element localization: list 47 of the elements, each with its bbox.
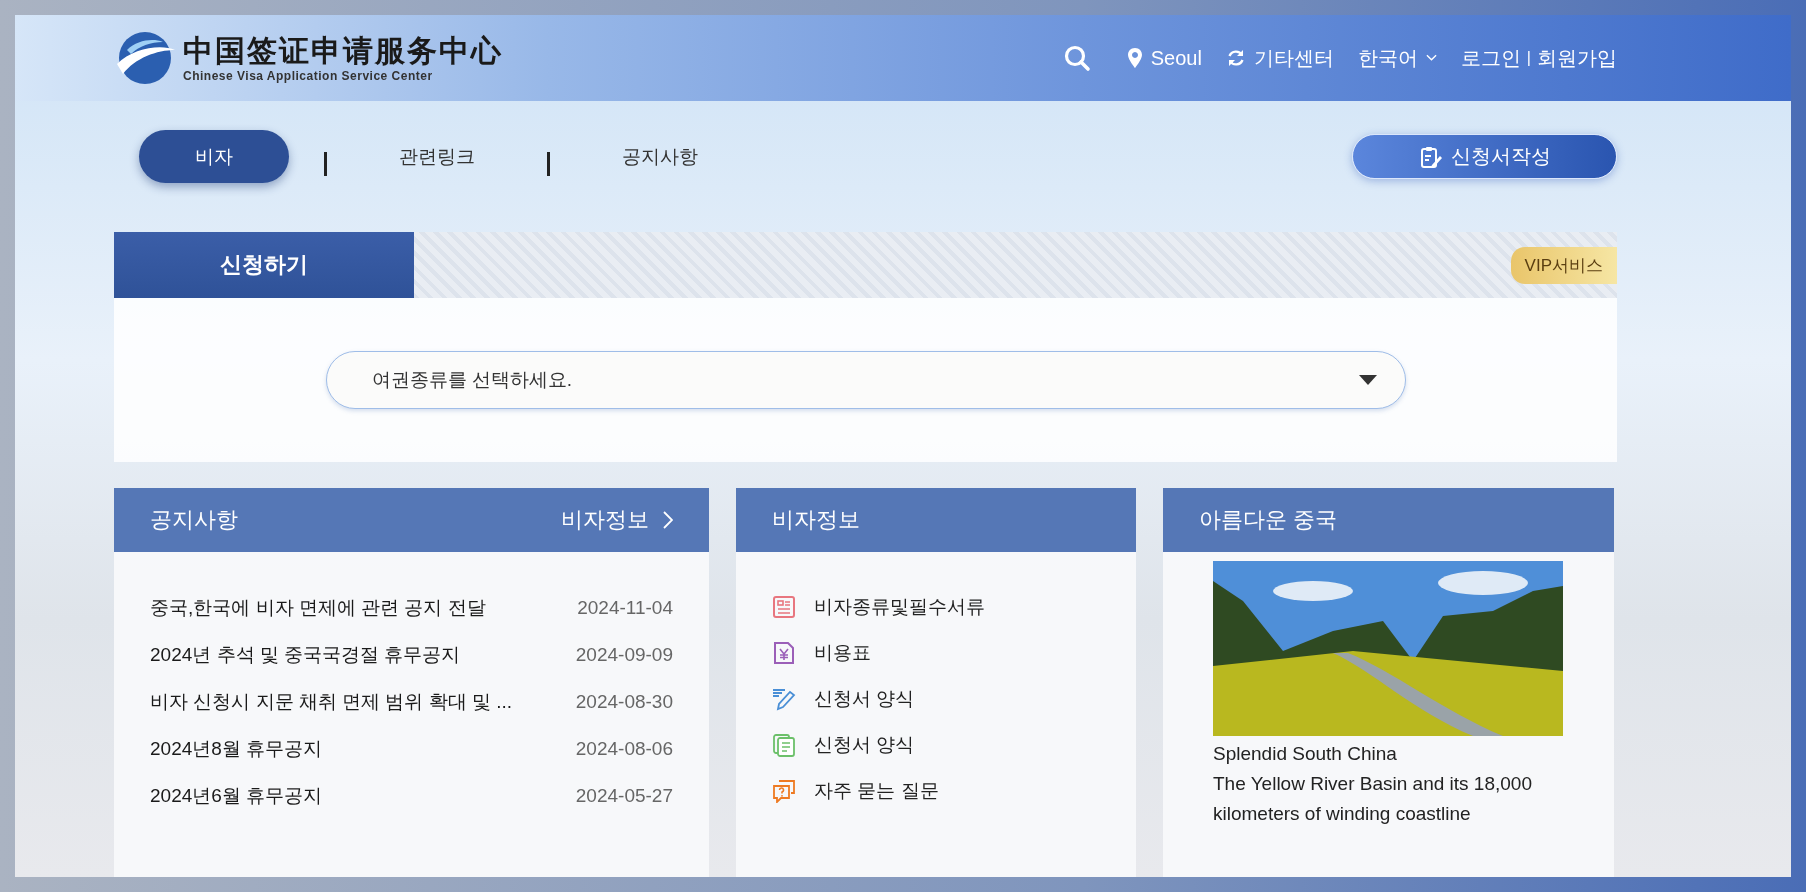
article-title[interactable]: Splendid South China [1213, 739, 1564, 769]
visa-info-link[interactable]: 자주 묻는 질문 [814, 778, 939, 804]
location-pin-icon [1126, 47, 1143, 69]
nav-tab[interactable]: 비자 [139, 130, 289, 183]
write-application-button[interactable]: 신청서작성 [1352, 134, 1617, 179]
separator-text: | [1526, 49, 1531, 67]
visa-info-link[interactable]: 신청서 양식 [814, 732, 915, 758]
nav-tab[interactable]: 공지사항 [585, 130, 735, 183]
pen-icon [772, 687, 796, 711]
search-icon[interactable] [1062, 44, 1091, 72]
visa-info-link[interactable]: 신청서 양식 [814, 686, 915, 712]
refresh-icon [1225, 48, 1246, 68]
section-title: 신청하기 [220, 251, 308, 279]
notice-link[interactable]: 비자 신청시 지문 채취 면제 범위 확대 및 ... [150, 688, 513, 715]
notice-date: 2024-08-30 [575, 690, 673, 713]
clipboard-pen-icon [1418, 144, 1443, 169]
notice-date: 2024-05-27 [575, 784, 673, 807]
notice-date: 2024-08-06 [575, 737, 673, 760]
notice-date: 2024-09-09 [575, 643, 673, 666]
logo-title: 中国签证申请服务中心 [183, 33, 503, 69]
notice-link[interactable]: 2024년8월 휴무공지 [150, 735, 323, 762]
list-document-icon [772, 595, 796, 619]
visa-info-link[interactable]: 비자정보 [561, 505, 673, 535]
visa-info-link[interactable]: 비자종류및필수서류 [814, 594, 985, 620]
question-chat-icon [772, 779, 796, 803]
notice-link[interactable]: 2024년 추석 및 중국국경절 휴무공지 [150, 641, 461, 668]
logo-subtitle: Chinese Visa Application Service Center [183, 69, 434, 83]
notice-link[interactable]: 중국,한국에 비자 면제에 관련 공지 전달 [150, 594, 486, 621]
language-dropdown[interactable]: 한국어 [1357, 44, 1437, 72]
card-title: 공지사항 [150, 506, 238, 534]
passport-type-select[interactable]: 여권종류를 선택하세요. [325, 351, 1406, 409]
dropdown-caret-icon [1358, 375, 1377, 385]
visa-info-link[interactable]: 비용표 [814, 640, 871, 666]
pages-icon [772, 733, 796, 757]
article-text: The Yellow River Basin and its 18,000 kilometers of winding coastline [1213, 772, 1533, 826]
card-title: 아름다운 중국 [1199, 506, 1338, 534]
chevron-right-icon [663, 511, 673, 529]
card-title: 비자정보 [772, 506, 860, 534]
signup-link[interactable]: 회원가입 [1537, 44, 1617, 72]
vip-service-badge[interactable]: VIP서비스 [1510, 246, 1617, 284]
chevron-down-icon [1425, 54, 1437, 62]
yen-document-icon [772, 641, 796, 665]
notice-date: 2024-11-04 [577, 596, 673, 619]
other-center-link[interactable]: 기타센터 [1225, 44, 1334, 72]
nav-tab[interactable]: 관련링크 [362, 130, 512, 183]
login-link[interactable]: 로그인 [1460, 44, 1521, 72]
notice-link[interactable]: 2024년6월 휴무공지 [150, 782, 323, 809]
